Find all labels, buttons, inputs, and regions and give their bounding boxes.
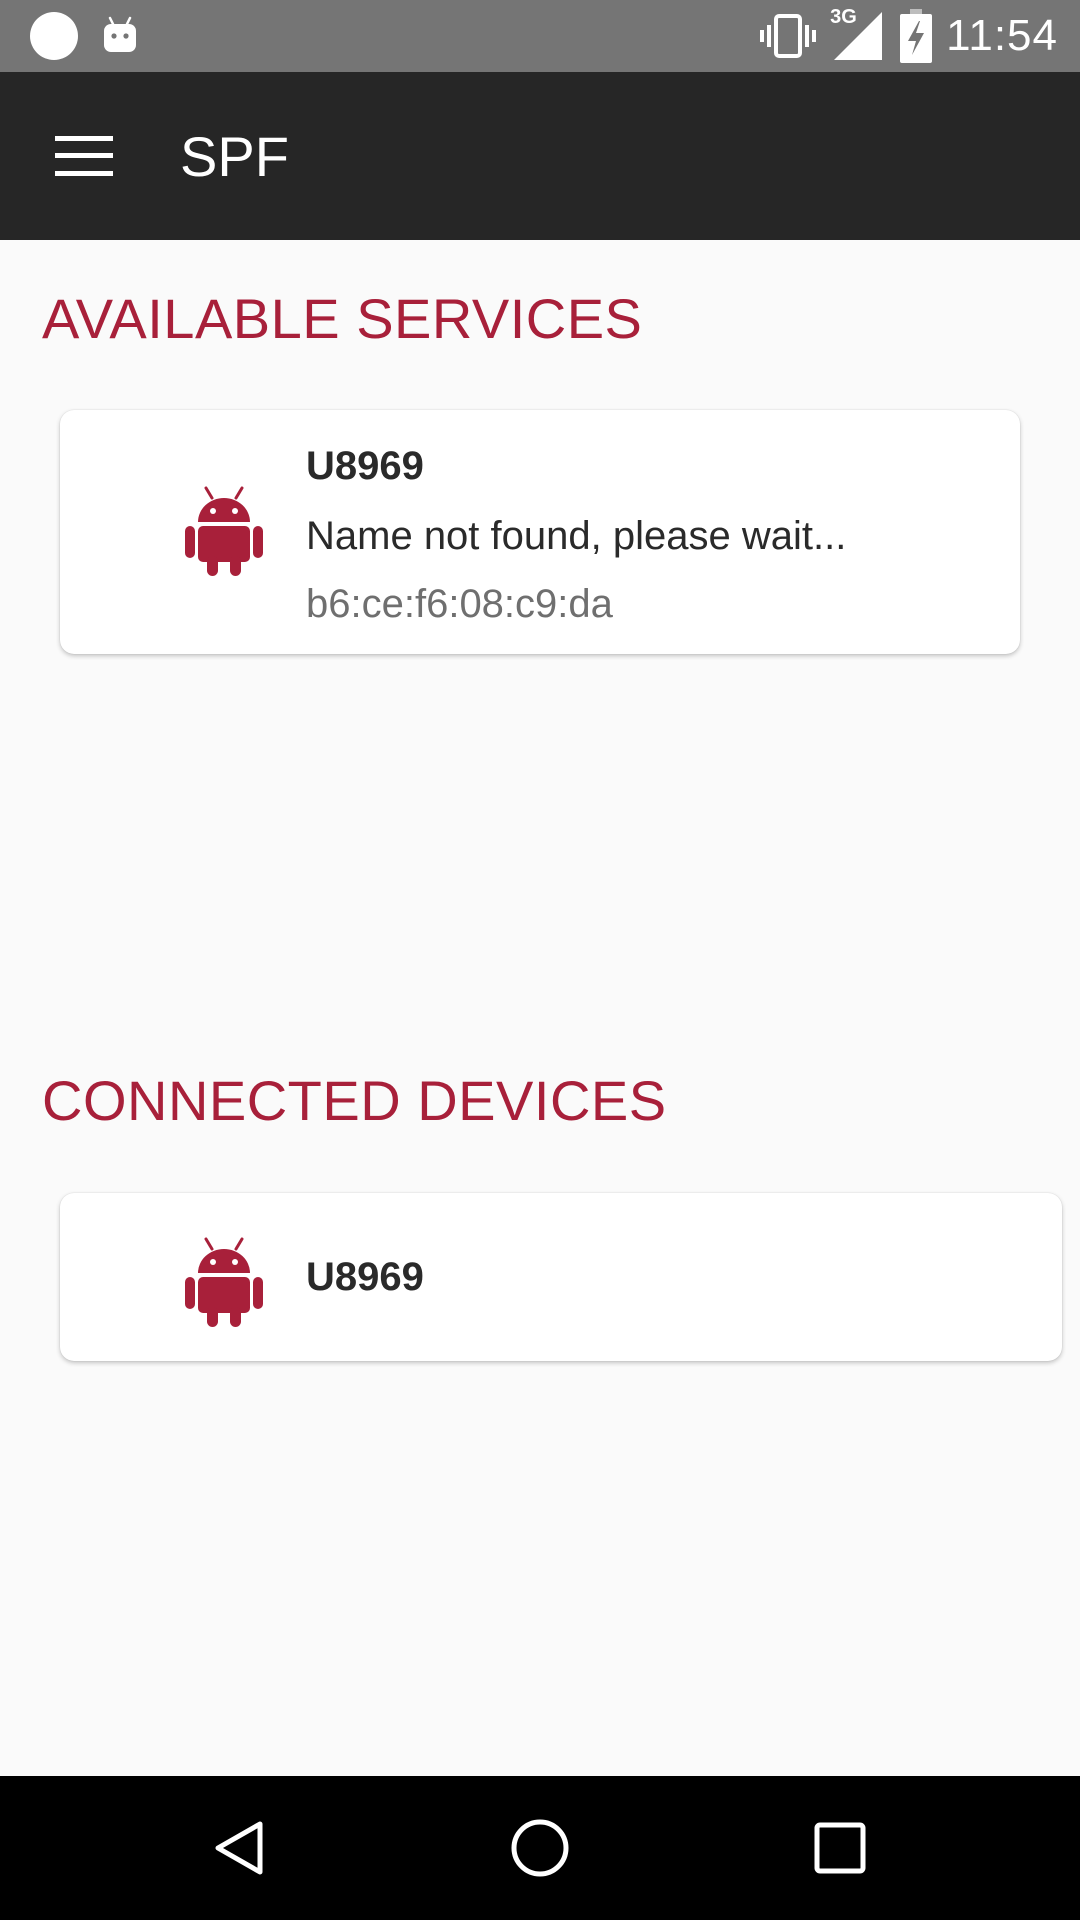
status-bar: 3G 11:54 <box>0 0 1080 72</box>
device-mac-address: b6:ce:f6:08:c9:da <box>306 582 613 626</box>
available-services-header: AVAILABLE SERVICES <box>42 287 643 350</box>
recents-icon <box>814 1822 866 1874</box>
device-status: Name not found, please wait... <box>306 514 847 558</box>
device-name: U8969 <box>306 444 424 488</box>
status-time: 11:54 <box>946 11 1058 60</box>
connected-device-card[interactable]: U8969 <box>60 1193 1062 1361</box>
hamburger-menu-icon <box>55 136 113 176</box>
back-button[interactable] <box>204 1812 276 1884</box>
back-icon <box>215 1821 263 1875</box>
notification-dot-icon <box>30 12 78 60</box>
signal-indicator: 3G <box>830 6 886 64</box>
status-left <box>30 12 138 60</box>
connected-devices-header: CONNECTED DEVICES <box>42 1069 667 1132</box>
recents-button[interactable] <box>804 1812 876 1884</box>
home-button[interactable] <box>504 1812 576 1884</box>
signal-icon <box>834 12 883 60</box>
navigation-bar <box>0 1776 1080 1920</box>
android-icon <box>185 486 263 576</box>
app-title: SPF <box>180 125 289 188</box>
android-notification-icon <box>104 16 136 52</box>
app-bar: SPF <box>0 72 1080 240</box>
status-right: 3G 11:54 <box>760 0 1058 72</box>
battery-charging-icon <box>900 9 933 63</box>
android-icon <box>185 1237 263 1327</box>
available-service-card[interactable]: U8969 Name not found, please wait... b6:… <box>60 410 1020 654</box>
menu-button[interactable] <box>40 112 128 200</box>
vibrate-icon <box>760 14 817 58</box>
device-name: U8969 <box>306 1255 424 1299</box>
home-icon <box>511 1819 569 1877</box>
